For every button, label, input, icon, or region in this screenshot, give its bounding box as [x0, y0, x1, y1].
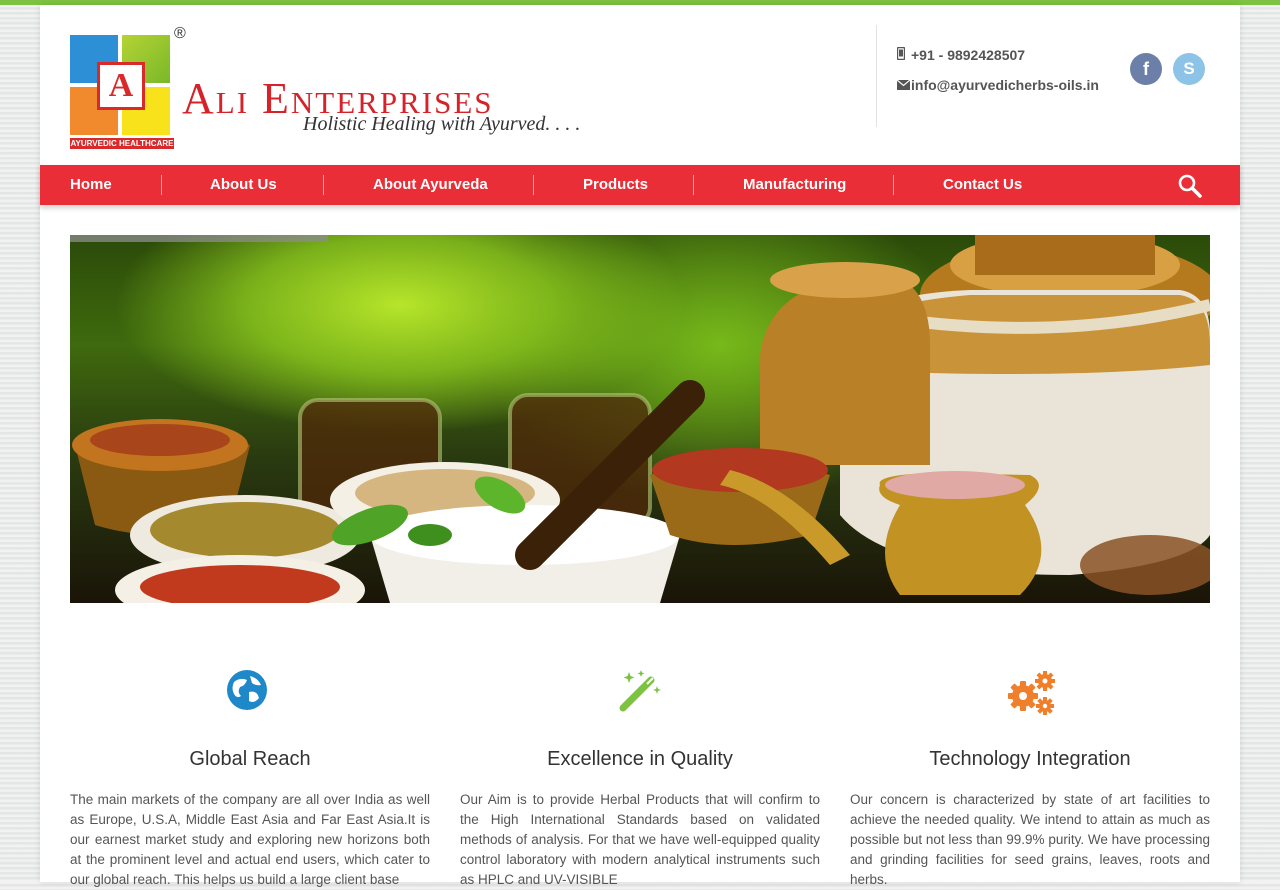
nav-divider [323, 175, 324, 195]
slider-progress-bar [70, 235, 328, 242]
nav-contact-us[interactable]: Contact Us [943, 165, 1022, 205]
feature-text: Our concern is characterized by state of… [850, 792, 1210, 887]
email-address: info@ayurvedicherbs-oils.in [911, 77, 1099, 93]
logo-mark: A AYURVEDIC HEALTHCARE [70, 35, 176, 149]
contact-email[interactable]: info@ayurvedicherbs-oils.in [896, 77, 1099, 93]
brand-tagline: Holistic Healing with Ayurved. . . . [303, 113, 581, 135]
feature-title: Technology Integration [929, 748, 1131, 770]
feature-title: Excellence in Quality [547, 748, 733, 770]
nav-home[interactable]: Home [70, 165, 112, 205]
nav-about-ayurveda[interactable]: About Ayurveda [373, 165, 488, 205]
gears-icon [1005, 668, 1055, 718]
registered-mark: ® [174, 25, 186, 42]
nav-about-us[interactable]: About Us [210, 165, 277, 205]
facebook-glyph: f [1143, 58, 1149, 79]
feature-text: The main markets of the company are all … [70, 792, 430, 887]
search-icon[interactable] [1177, 173, 1203, 199]
contact-phone[interactable]: +91 - 9892428507 [896, 46, 1026, 63]
envelope-icon [896, 78, 911, 93]
nav-divider [161, 175, 162, 195]
nav-divider [893, 175, 894, 195]
logo-letter: A [97, 62, 145, 110]
feature-text: Our Aim is to provide Herbal Products th… [460, 792, 820, 887]
magic-wand-icon [617, 668, 667, 718]
mobile-phone-icon [896, 46, 907, 63]
nav-divider [533, 175, 534, 195]
header-divider [876, 25, 877, 127]
facebook-icon[interactable]: f [1130, 53, 1162, 85]
skype-glyph: S [1183, 59, 1195, 78]
hero-banner-image [70, 235, 1210, 603]
logo-caption: AYURVEDIC HEALTHCARE [70, 138, 174, 149]
site-logo[interactable]: A AYURVEDIC HEALTHCARE ® Ali Enterprises… [70, 25, 600, 150]
main-navigation: Home About Us About Ayurveda Products Ma… [40, 165, 1240, 205]
nav-products[interactable]: Products [583, 165, 648, 205]
skype-icon[interactable]: S [1173, 53, 1205, 85]
hero-illustration [72, 235, 1210, 603]
nav-manufacturing[interactable]: Manufacturing [743, 165, 846, 205]
globe-icon [225, 668, 275, 718]
nav-divider [693, 175, 694, 195]
feature-title: Global Reach [189, 748, 311, 770]
phone-number: +91 - 9892428507 [911, 47, 1026, 63]
page-container: A AYURVEDIC HEALTHCARE ® Ali Enterprises… [40, 5, 1240, 887]
